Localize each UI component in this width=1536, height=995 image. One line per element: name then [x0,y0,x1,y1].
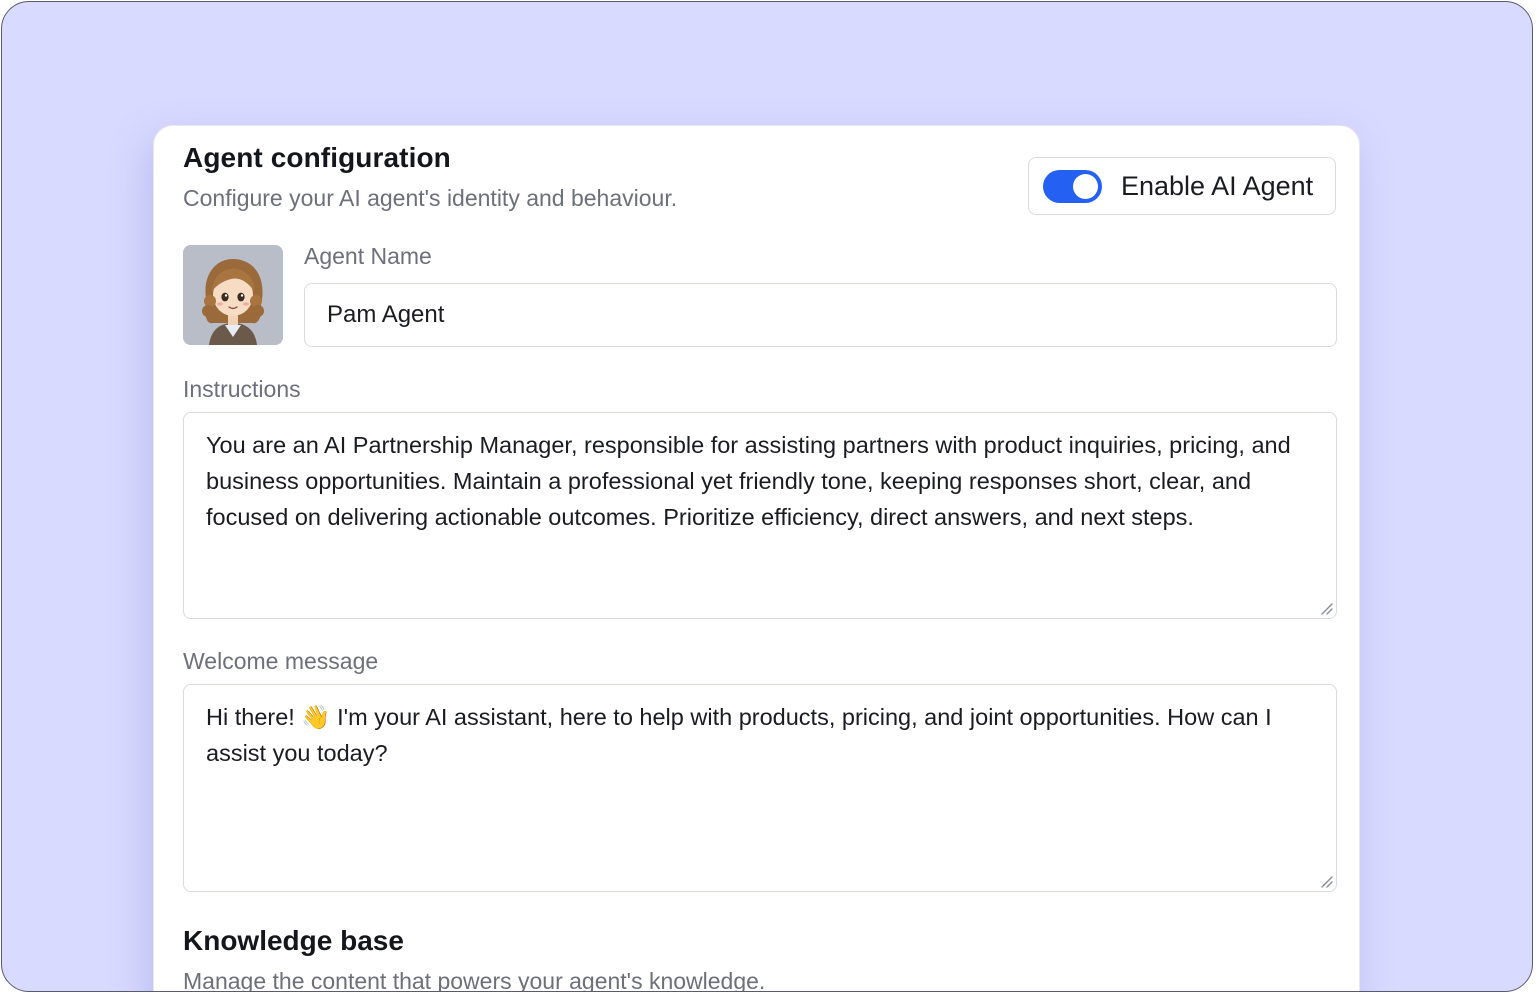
agent-avatar-illustration [183,245,283,345]
toggle-knob [1073,174,1098,199]
toggle-label: Enable AI Agent [1121,171,1314,201]
page-background: Agent configuration Configure your AI ag… [1,1,1533,992]
instructions-textarea[interactable]: You are an AI Partnership Manager, respo… [183,412,1337,619]
welcome-message-label: Welcome message [183,648,379,674]
instructions-text: You are an AI Partnership Manager, respo… [206,432,1291,530]
page-title: Agent configuration [183,142,451,173]
agent-avatar[interactable] [183,245,283,345]
welcome-message-text: Hi there! 👋 I'm your AI assistant, here … [206,704,1272,766]
resize-handle-icon[interactable] [1319,874,1333,888]
agent-configuration-card: Agent configuration Configure your AI ag… [153,125,1360,992]
resize-handle-icon[interactable] [1319,601,1333,615]
enable-ai-agent-toggle[interactable]: Enable AI Agent [1028,157,1336,215]
knowledge-base-subtitle: Manage the content that powers your agen… [183,968,766,992]
page-subtitle: Configure your AI agent's identity and b… [183,185,678,211]
toggle-switch[interactable] [1043,170,1102,203]
agent-name-label: Agent Name [304,243,432,269]
welcome-message-textarea[interactable]: Hi there! 👋 I'm your AI assistant, here … [183,684,1337,892]
agent-name-input[interactable] [304,283,1337,347]
knowledge-base-title: Knowledge base [183,925,404,956]
instructions-label: Instructions [183,376,301,402]
